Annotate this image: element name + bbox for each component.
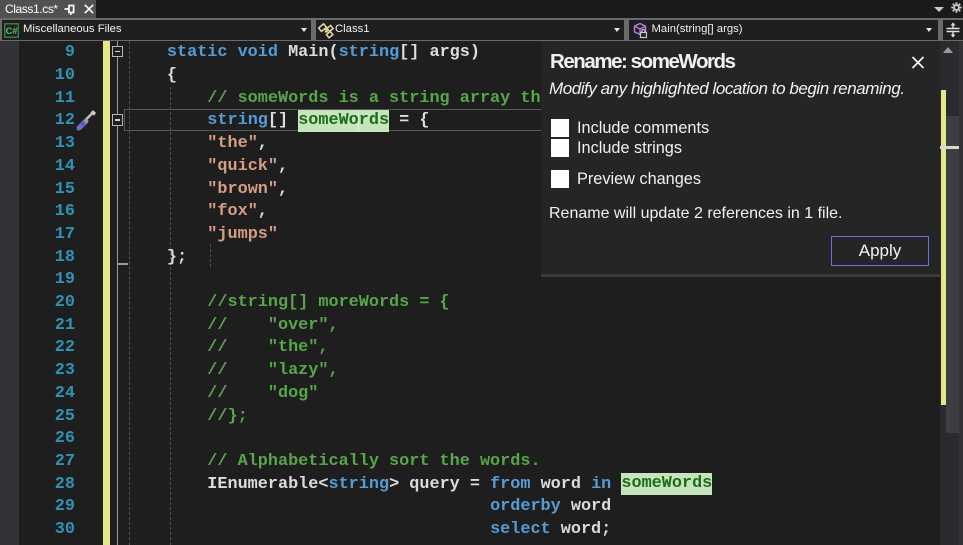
svg-text:C#: C# <box>6 26 18 36</box>
